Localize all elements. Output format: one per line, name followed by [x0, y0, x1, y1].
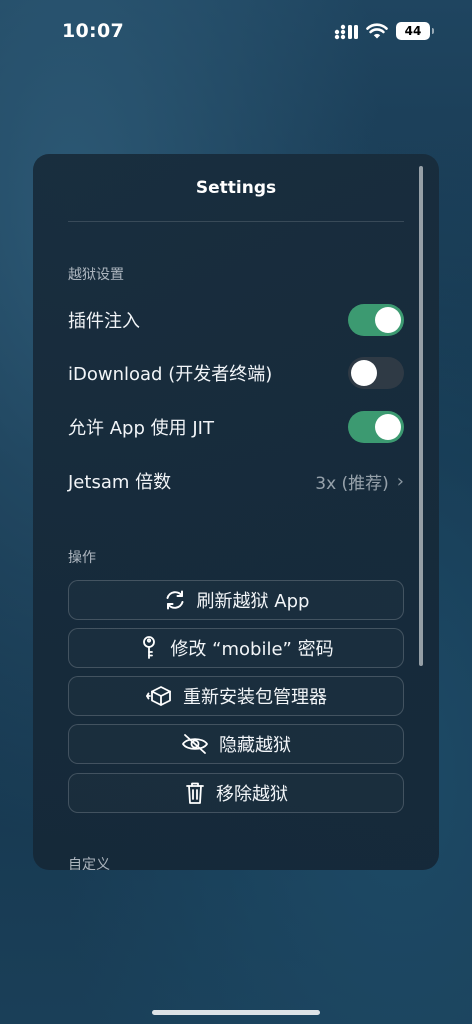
battery-level: 44	[404, 24, 422, 38]
toggle-knob	[375, 307, 401, 333]
toggle-knob	[375, 414, 401, 440]
row-jetsam[interactable]: Jetsam 倍数 3x (推荐) ›	[68, 463, 404, 499]
remove-jailbreak-button[interactable]: 移除越狱	[68, 773, 404, 813]
refresh-jailbreak-app-label: 刷新越狱 App	[196, 591, 310, 612]
row-allow-jit: 允许 App 使用 JIT	[68, 409, 404, 445]
idownload-toggle[interactable]	[348, 357, 404, 389]
scrollbar[interactable]	[419, 166, 423, 666]
status-time: 10:07	[62, 20, 124, 42]
change-mobile-password-label: 修改 “mobile” 密码	[170, 639, 334, 660]
settings-panel: Settings 越狱设置 插件注入 iDownload (开发者终端) 允许 …	[33, 154, 439, 870]
row-idownload: iDownload (开发者终端)	[68, 355, 404, 391]
hide-jailbreak-button[interactable]: 隐藏越狱	[68, 724, 404, 764]
hide-jailbreak-label: 隐藏越狱	[219, 735, 291, 756]
toggle-knob	[351, 360, 377, 386]
wifi-icon	[366, 22, 388, 44]
reinstall-package-manager-button[interactable]: 重新安装包管理器	[68, 676, 404, 716]
section-header-jailbreak: 越狱设置	[68, 267, 124, 283]
jetsam-value-container[interactable]: 3x (推荐) ›	[315, 469, 404, 494]
section-header-custom: 自定义	[68, 857, 110, 870]
battery-indicator: 44	[396, 22, 434, 40]
remove-jailbreak-label: 移除越狱	[216, 784, 288, 805]
section-header-actions: 操作	[68, 550, 96, 566]
tweak-injection-toggle[interactable]	[348, 304, 404, 336]
refresh-icon	[163, 588, 187, 612]
refresh-jailbreak-app-button[interactable]: 刷新越狱 App	[68, 580, 404, 620]
eye-slash-icon	[181, 733, 209, 755]
home-indicator[interactable]	[152, 1010, 320, 1015]
trash-icon	[184, 781, 206, 805]
key-icon	[138, 635, 160, 661]
reinstall-package-manager-label: 重新安装包管理器	[183, 687, 327, 708]
panel-title: Settings	[195, 178, 277, 198]
status-bar: 10:07 44	[0, 0, 472, 64]
package-icon	[145, 684, 173, 708]
cellular-signal-icon	[334, 24, 360, 44]
jetsam-label: Jetsam 倍数	[68, 472, 172, 493]
row-tweak-injection: 插件注入	[68, 302, 404, 338]
idownload-label: iDownload (开发者终端)	[68, 364, 273, 385]
title-divider	[68, 221, 404, 222]
allow-jit-toggle[interactable]	[348, 411, 404, 443]
jetsam-value: 3x (推荐)	[315, 473, 389, 494]
tweak-injection-label: 插件注入	[68, 311, 140, 332]
chevron-right-icon: ›	[396, 470, 404, 492]
allow-jit-label: 允许 App 使用 JIT	[68, 418, 214, 439]
change-mobile-password-button[interactable]: 修改 “mobile” 密码	[68, 628, 404, 668]
